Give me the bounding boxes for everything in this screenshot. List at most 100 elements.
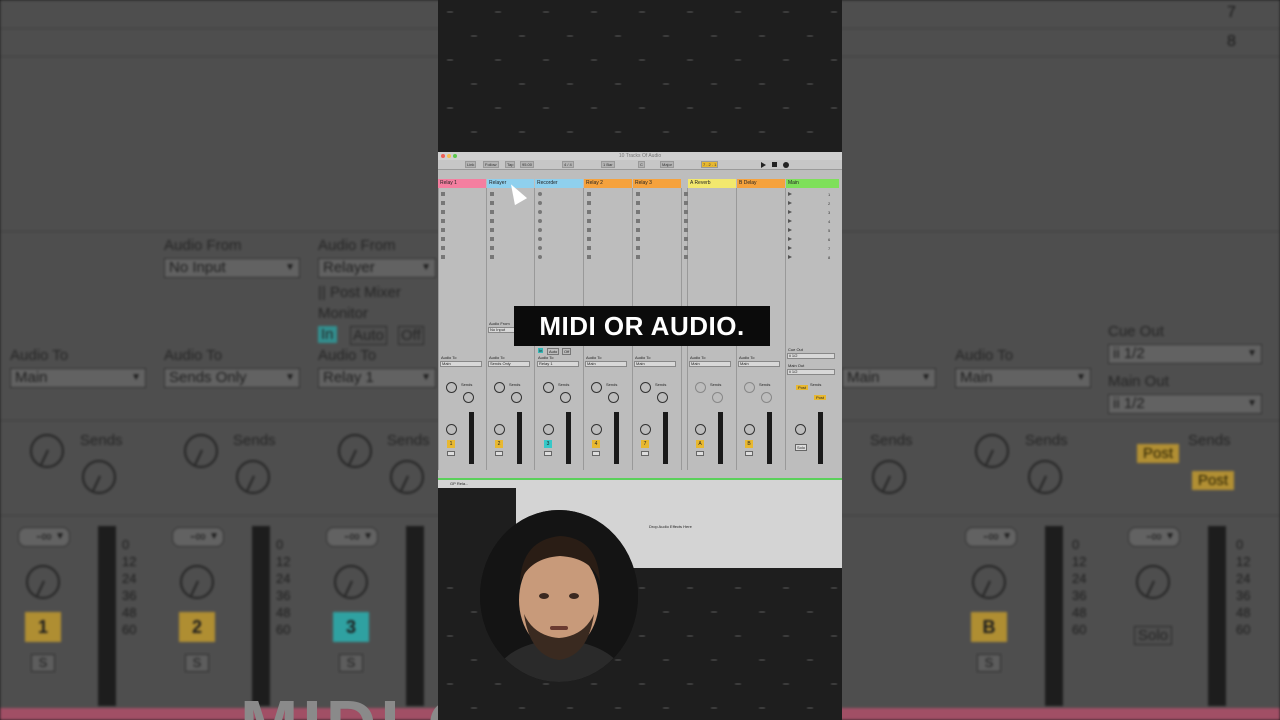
solo-toggle[interactable]	[447, 451, 455, 456]
clip-slot[interactable]	[490, 228, 494, 232]
clip-slot[interactable]	[636, 201, 640, 205]
volume-fader[interactable]	[517, 412, 522, 464]
track-header-relay-2[interactable]: Relay 2	[584, 179, 632, 188]
solo-toggle[interactable]	[745, 451, 753, 456]
clip-slot[interactable]	[441, 228, 445, 232]
clip-slot[interactable]	[587, 237, 591, 241]
solo-toggle[interactable]	[495, 451, 503, 456]
track-activator-button[interactable]: 1	[447, 440, 455, 448]
scene-launch-icon[interactable]	[788, 210, 792, 214]
clip-slot[interactable]	[684, 246, 688, 250]
scene-launch-icon[interactable]	[788, 192, 792, 196]
monitor-auto-button[interactable]: Auto	[547, 348, 560, 355]
clip-slot[interactable]	[538, 192, 542, 196]
send-b-knob[interactable]	[511, 392, 522, 403]
quantize-select[interactable]: 1 Bar	[601, 161, 615, 168]
clip-slot[interactable]	[538, 228, 542, 232]
scene-number[interactable]: 5	[828, 228, 830, 233]
scene-number[interactable]: 4	[828, 219, 830, 224]
audio-to-select[interactable]: Main	[440, 361, 482, 367]
scene-launch-icon[interactable]	[788, 246, 792, 250]
clip-slot[interactable]	[441, 192, 445, 196]
send-a-knob[interactable]	[695, 382, 706, 393]
monitor-in-button[interactable]: In	[538, 348, 544, 353]
key-select[interactable]: C	[638, 161, 645, 168]
clip-slot[interactable]	[684, 219, 688, 223]
clip-slot[interactable]	[587, 192, 591, 196]
send-b-knob[interactable]	[712, 392, 723, 403]
clip-slot[interactable]	[587, 255, 591, 259]
main-volume-fader[interactable]	[818, 412, 823, 464]
cue-out-select[interactable]: ii 1/2	[787, 353, 835, 359]
clip-slot[interactable]	[441, 246, 445, 250]
clip-slot[interactable]	[636, 192, 640, 196]
clip-slot[interactable]	[636, 228, 640, 232]
track-activator-button[interactable]: 7	[641, 440, 649, 448]
clip-slot[interactable]	[636, 210, 640, 214]
scene-number[interactable]: 1	[828, 192, 830, 197]
clip-slot[interactable]	[441, 219, 445, 223]
clip-slot[interactable]	[538, 210, 542, 214]
scene-number[interactable]: 8	[828, 255, 830, 260]
clip-slot[interactable]	[538, 246, 542, 250]
monitor-off-button[interactable]: Off	[562, 348, 572, 355]
solo-toggle[interactable]	[641, 451, 649, 456]
clip-slot[interactable]	[636, 219, 640, 223]
zoom-dot-icon[interactable]	[453, 154, 457, 158]
send-a-knob[interactable]	[591, 382, 602, 393]
track-header-a-reverb[interactable]: A Reverb	[688, 179, 736, 188]
clip-slot[interactable]	[587, 210, 591, 214]
volume-fader[interactable]	[767, 412, 772, 464]
pan-knob[interactable]	[543, 424, 554, 435]
send-a-knob[interactable]	[494, 382, 505, 393]
clip-slot[interactable]	[587, 219, 591, 223]
audio-to-select[interactable]: Main	[738, 361, 780, 367]
post-button[interactable]: Post	[814, 395, 827, 400]
scene-launch-icon[interactable]	[788, 237, 792, 241]
clip-slot[interactable]	[684, 201, 688, 205]
clip-slot[interactable]	[684, 210, 688, 214]
clip-slot[interactable]	[490, 237, 494, 241]
solo-toggle[interactable]	[592, 451, 600, 456]
clip-slot[interactable]	[441, 255, 445, 259]
clip-slot[interactable]	[490, 192, 494, 196]
play-icon[interactable]	[761, 162, 766, 168]
record-icon[interactable]	[783, 162, 789, 168]
follow-button[interactable]: Follow	[483, 161, 499, 168]
track-activator-button[interactable]: 2	[495, 440, 503, 448]
link-button[interactable]: Link	[465, 161, 477, 168]
send-b-knob[interactable]	[761, 392, 772, 403]
tap-button[interactable]: Tap	[505, 161, 516, 168]
scene-number[interactable]: 2	[828, 201, 830, 206]
scene-number[interactable]: 6	[828, 237, 830, 242]
clip-slot[interactable]	[441, 210, 445, 214]
audio-to-select[interactable]: Main	[689, 361, 731, 367]
volume-fader[interactable]	[718, 412, 723, 464]
clip-slot[interactable]	[684, 255, 688, 259]
clip-slot[interactable]	[636, 237, 640, 241]
track-header-relay-3[interactable]: Relay 3	[633, 179, 681, 188]
clip-slot[interactable]	[587, 246, 591, 250]
clip-slot[interactable]	[441, 237, 445, 241]
audio-to-select[interactable]: Relay 1	[537, 361, 579, 367]
volume-fader[interactable]	[614, 412, 619, 464]
audio-to-select[interactable]: Main	[585, 361, 627, 367]
send-a-knob[interactable]	[543, 382, 554, 393]
track-activator-button[interactable]: A	[696, 440, 704, 448]
track-header-main[interactable]: Main	[786, 179, 839, 188]
audio-to-select[interactable]: Sends Only	[488, 361, 530, 367]
clip-slot[interactable]	[587, 228, 591, 232]
send-b-knob[interactable]	[657, 392, 668, 403]
clip-slot[interactable]	[636, 255, 640, 259]
scene-number[interactable]: 7	[828, 246, 830, 251]
send-b-knob[interactable]	[608, 392, 619, 403]
clip-slot[interactable]	[490, 210, 494, 214]
clip-slot[interactable]	[684, 192, 688, 196]
solo-toggle[interactable]	[696, 451, 704, 456]
track-header-relay-1[interactable]: Relay 1	[438, 179, 486, 188]
send-b-knob[interactable]	[463, 392, 474, 403]
send-b-knob[interactable]	[560, 392, 571, 403]
audio-to-select[interactable]: Main	[634, 361, 676, 367]
send-a-knob[interactable]	[744, 382, 755, 393]
pan-knob[interactable]	[446, 424, 457, 435]
